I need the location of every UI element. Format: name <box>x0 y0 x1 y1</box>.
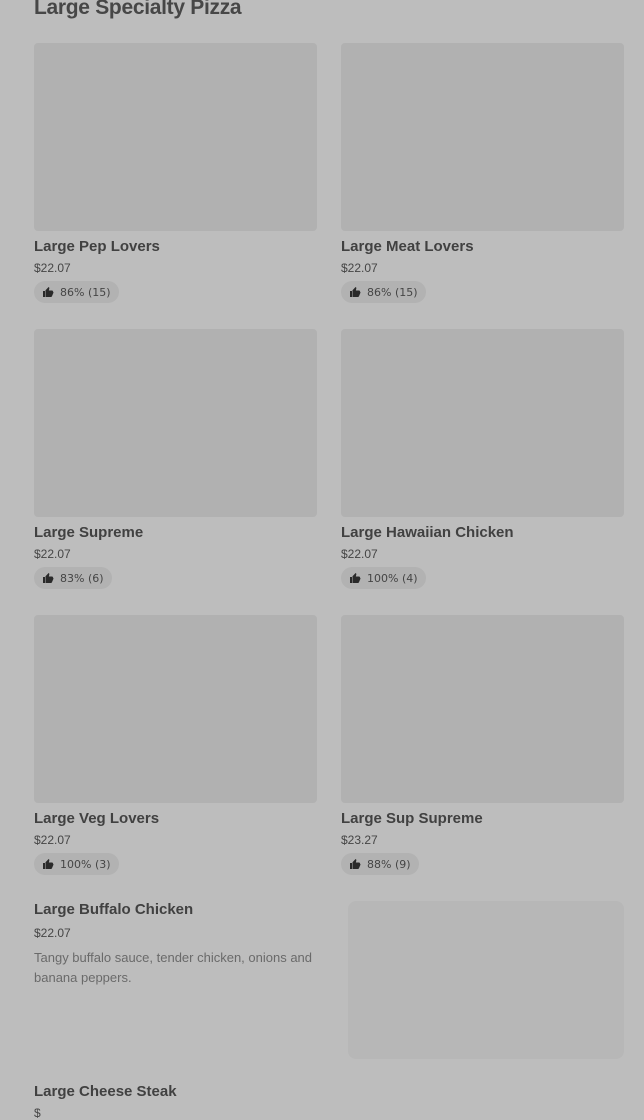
item-image[interactable] <box>341 43 624 231</box>
menu-item-card[interactable]: Large Hawaiian Chicken $22.07 100% (4) <box>341 329 624 589</box>
rating-text: 86% (15) <box>60 285 111 299</box>
item-price: $22.07 <box>34 926 71 940</box>
menu-item-card[interactable]: Large Sup Supreme $23.27 88% (9) <box>341 615 624 875</box>
item-price: $22.07 <box>341 261 378 275</box>
thumbs-up-icon <box>350 573 361 583</box>
rating-text: 83% (6) <box>60 571 104 585</box>
rating-badge: 86% (15) <box>34 281 119 303</box>
rating-text: 88% (9) <box>367 857 411 871</box>
item-name: Large Pep Lovers <box>34 238 160 255</box>
item-price: $22.07 <box>34 833 71 847</box>
menu-list-item[interactable]: Large Cheese Steak $ <box>34 1083 324 1120</box>
thumbs-up-icon <box>350 859 361 869</box>
item-image[interactable] <box>341 329 624 517</box>
item-image[interactable] <box>348 901 624 1059</box>
thumbs-up-icon <box>350 287 361 297</box>
rating-badge: 100% (3) <box>34 853 119 875</box>
thumbs-up-icon <box>43 287 54 297</box>
item-name: Large Cheese Steak <box>34 1083 177 1100</box>
menu-item-card[interactable]: Large Supreme $22.07 83% (6) <box>34 329 317 589</box>
menu-item-card[interactable]: Large Pep Lovers $22.07 86% (15) <box>34 43 317 303</box>
item-name: Large Buffalo Chicken <box>34 901 194 918</box>
thumbs-up-icon <box>43 573 54 583</box>
menu-item-card[interactable]: Large Meat Lovers $22.07 86% (15) <box>341 43 624 303</box>
item-price: $22.07 <box>34 547 71 561</box>
menu-item-card[interactable]: Large Veg Lovers $22.07 100% (3) <box>34 615 317 875</box>
item-image[interactable] <box>34 615 317 803</box>
rating-text: 100% (4) <box>367 571 418 585</box>
rating-badge: 86% (15) <box>341 281 426 303</box>
item-name: Large Hawaiian Chicken <box>341 524 514 541</box>
item-price: $23.27 <box>341 833 378 847</box>
rating-badge: 88% (9) <box>341 853 419 875</box>
section-title: Large Specialty Pizza <box>34 0 242 19</box>
item-name: Large Veg Lovers <box>34 810 160 827</box>
rating-text: 86% (15) <box>367 285 418 299</box>
item-image[interactable] <box>34 329 317 517</box>
item-name: Large Meat Lovers <box>341 238 474 255</box>
menu-list-item[interactable]: Large Buffalo Chicken $22.07 Tangy buffa… <box>34 901 324 988</box>
item-price: $22.07 <box>341 547 378 561</box>
item-description: Tangy buffalo sauce, tender chicken, oni… <box>34 950 313 985</box>
item-name: Large Sup Supreme <box>341 810 483 827</box>
item-price: $ <box>34 1106 41 1120</box>
rating-badge: 100% (4) <box>341 567 426 589</box>
item-image[interactable] <box>34 43 317 231</box>
rating-text: 100% (3) <box>60 857 111 871</box>
thumbs-up-icon <box>43 859 54 869</box>
item-image[interactable] <box>341 615 624 803</box>
item-name: Large Supreme <box>34 524 144 541</box>
rating-badge: 83% (6) <box>34 567 112 589</box>
item-price: $22.07 <box>34 261 71 275</box>
